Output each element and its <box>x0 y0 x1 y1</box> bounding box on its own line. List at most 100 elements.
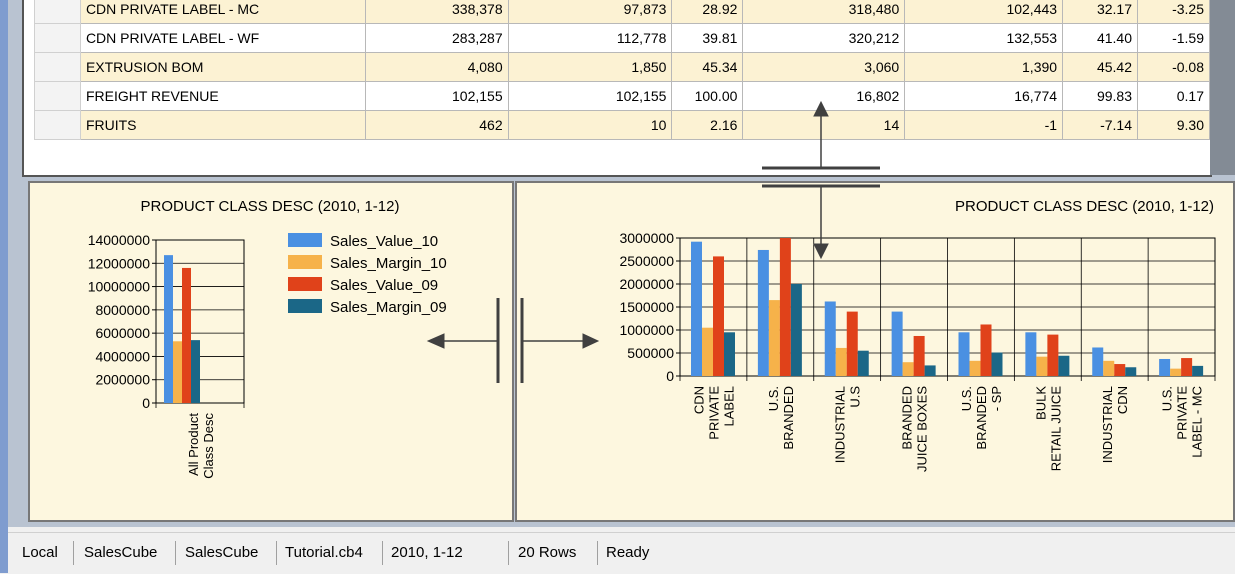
chart-large-svg: PRODUCT CLASS DESC (2010, 1-12) 3000000 25… <box>619 198 1216 472</box>
value-cell-v2[interactable]: 112,778 <box>507 23 673 53</box>
x-tick-label: U.S. <box>1160 386 1175 411</box>
value-cell-v5[interactable]: -1 <box>904 110 1064 140</box>
value-cell-v1[interactable]: 462 <box>364 110 509 140</box>
bar-Sales_Value_10 <box>1159 358 1171 376</box>
value-cell-v4[interactable]: 320,212 <box>742 23 906 53</box>
value-cell-v4[interactable]: 318,480 <box>742 0 906 24</box>
value-cell-v1[interactable]: 4,080 <box>364 52 509 82</box>
value-cell-v4[interactable]: 16,802 <box>742 81 906 111</box>
value-cell-v3[interactable]: 100.00 <box>671 81 744 111</box>
y-tick-label: 1000000 <box>619 322 674 338</box>
grid-scroll-area[interactable] <box>1210 0 1235 175</box>
bar-Sales_Margin_09 <box>191 340 200 403</box>
value-cell-v2[interactable]: 10 <box>507 110 673 140</box>
bar-Sales_Margin_09 <box>991 352 1003 376</box>
legend-swatch-Sales_Value_10 <box>288 233 322 247</box>
x-tick-label: - SP <box>989 386 1004 411</box>
status-rows: 20 Rows <box>518 544 577 561</box>
x-tick-label: BRANDED <box>781 386 796 450</box>
x-tick-label: PRIVATE <box>706 386 721 440</box>
data-grid[interactable]: CDN PRIVATE LABEL - MC 338,378 97,873 28.92… <box>22 0 1212 177</box>
legend-label: Sales_Value_09 <box>330 277 438 294</box>
value-cell-v6[interactable]: 32.17 <box>1062 0 1138 24</box>
status-state: Ready <box>606 544 650 561</box>
value-cell-v7[interactable]: 0.17 <box>1137 81 1210 111</box>
row-header[interactable] <box>34 52 81 82</box>
value-cell-v2[interactable]: 102,155 <box>507 81 673 111</box>
value-cell-v3[interactable]: 45.34 <box>671 52 744 82</box>
value-cell-v5[interactable]: 1,390 <box>904 52 1064 82</box>
value-cell-v3[interactable]: 2.16 <box>671 110 744 140</box>
status-bar: Local SalesCube SalesCube Tutorial.cb4 2… <box>8 532 1235 574</box>
y-tick-label: 8000000 <box>95 302 150 318</box>
x-tick-label: CDN <box>691 386 706 414</box>
x-tick-label: BULK <box>1033 386 1048 420</box>
value-cell-v6[interactable]: -7.14 <box>1062 110 1138 140</box>
bar-Sales_Margin_09 <box>1058 355 1070 376</box>
table-row[interactable]: EXTRUSION BOM 4,080 1,850 45.34 3,060 1,390 45… <box>34 52 1210 82</box>
x-tick-label: LABEL <box>721 386 736 426</box>
bar-Sales_Value_09 <box>1114 364 1126 376</box>
table-row[interactable]: CDN PRIVATE LABEL - MC 338,378 97,873 28.92… <box>34 0 1210 24</box>
product-class-cell[interactable]: EXTRUSION BOM <box>79 52 366 82</box>
x-tick-label: LABEL - MC <box>1190 386 1205 458</box>
value-cell-v5[interactable]: 102,443 <box>904 0 1064 24</box>
status-separator <box>597 541 598 565</box>
value-cell-v7[interactable]: 9.30 <box>1137 110 1210 140</box>
row-header[interactable] <box>34 110 81 140</box>
row-header[interactable] <box>34 0 81 24</box>
table-row[interactable]: CDN PRIVATE LABEL - WF 283,287 112,778 39.8… <box>34 23 1210 53</box>
value-cell-v4[interactable]: 3,060 <box>742 52 906 82</box>
bar-Sales_Margin_10 <box>902 362 914 376</box>
legend-label: Sales_Value_10 <box>330 233 438 250</box>
legend-swatch-Sales_Margin_10 <box>288 255 322 269</box>
x-tick-label: RETAIL JUICE <box>1048 386 1063 472</box>
chart-title: PRODUCT CLASS DESC (2010, 1-12) <box>955 198 1214 215</box>
value-cell-v6[interactable]: 41.40 <box>1062 23 1138 53</box>
chart-panel-small[interactable]: PRODUCT CLASS DESC (2010, 1-12) 14000000 1… <box>28 181 514 522</box>
bar-Sales_Margin_10 <box>173 341 182 403</box>
product-class-cell[interactable]: CDN PRIVATE LABEL - WF <box>79 23 366 53</box>
product-class-cell[interactable]: FRUITS <box>79 110 366 140</box>
status-separator <box>73 541 74 565</box>
bar-Sales_Value_09 <box>713 256 724 376</box>
table-row[interactable]: FRUITS 462 10 2.16 14 -1 -7.14 9.30 <box>34 110 1210 140</box>
row-header[interactable] <box>34 81 81 111</box>
row-header[interactable] <box>34 23 81 53</box>
chart-panel-large[interactable]: PRODUCT CLASS DESC (2010, 1-12) 3000000 25… <box>515 181 1235 522</box>
value-cell-v5[interactable]: 132,553 <box>904 23 1064 53</box>
value-cell-v7[interactable]: -3.25 <box>1137 0 1210 24</box>
value-cell-v7[interactable]: -1.59 <box>1137 23 1210 53</box>
value-cell-v4[interactable]: 14 <box>742 110 906 140</box>
bar-Sales_Value_10 <box>824 301 836 376</box>
x-tick-label: CDN <box>1115 386 1130 414</box>
value-cell-v1[interactable]: 338,378 <box>364 0 509 24</box>
chart-title: PRODUCT CLASS DESC (2010, 1-12) <box>141 198 400 215</box>
bar-Sales_Margin_10 <box>1170 368 1182 376</box>
y-tick-label: 6000000 <box>95 325 150 341</box>
x-tick-label: U.S <box>848 386 863 408</box>
product-class-cell[interactable]: CDN PRIVATE LABEL - MC <box>79 0 366 24</box>
value-cell-v3[interactable]: 39.81 <box>671 23 744 53</box>
value-cell-v6[interactable]: 45.42 <box>1062 52 1138 82</box>
bar-Sales_Margin_09 <box>790 284 802 376</box>
legend-label: Sales_Margin_10 <box>330 255 447 272</box>
bar-Sales_Value_09 <box>182 267 191 403</box>
bar-Sales_Value_10 <box>1025 332 1037 376</box>
value-cell-v3[interactable]: 28.92 <box>671 0 744 24</box>
value-cell-v7[interactable]: -0.08 <box>1137 52 1210 82</box>
table-row[interactable]: FREIGHT REVENUE 102,155 102,155 100.00 16,80… <box>34 81 1210 111</box>
value-cell-v1[interactable]: 283,287 <box>364 23 509 53</box>
bar-Sales_Margin_09 <box>1125 367 1137 376</box>
status-connection: Local <box>22 544 58 561</box>
y-tick-label: 0 <box>666 368 674 384</box>
legend-swatch-Sales_Value_09 <box>288 277 322 291</box>
value-cell-v6[interactable]: 99.83 <box>1062 81 1138 111</box>
value-cell-v2[interactable]: 97,873 <box>507 0 673 24</box>
value-cell-v5[interactable]: 16,774 <box>904 81 1064 111</box>
status-separator <box>276 541 277 565</box>
bar-Sales_Value_09 <box>913 335 925 376</box>
value-cell-v1[interactable]: 102,155 <box>364 81 509 111</box>
value-cell-v2[interactable]: 1,850 <box>507 52 673 82</box>
product-class-cell[interactable]: FREIGHT REVENUE <box>79 81 366 111</box>
